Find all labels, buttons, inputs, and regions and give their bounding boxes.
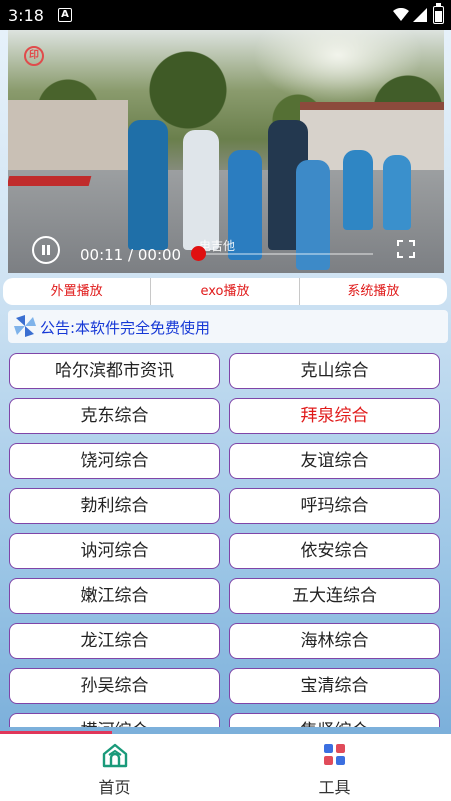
nav-home-label: 首页 xyxy=(98,778,131,797)
external-player-option[interactable]: 外置播放 xyxy=(3,278,152,305)
channel-button[interactable]: 孙吴综合 xyxy=(9,668,220,704)
fullscreen-icon[interactable] xyxy=(397,240,415,258)
channel-button[interactable]: 龙江综合 xyxy=(9,623,220,659)
channel-button[interactable]: 饶河综合 xyxy=(9,443,220,479)
player-options-bar: 外置播放 exo播放 系统播放 xyxy=(3,278,447,305)
channel-button[interactable]: 依安综合 xyxy=(229,533,440,569)
status-time: 3:18 xyxy=(8,6,44,25)
nav-item-home[interactable]: 首页 xyxy=(2,734,227,801)
progress-handle[interactable] xyxy=(191,246,206,261)
exo-player-option[interactable]: exo播放 xyxy=(151,278,300,305)
channel-button-active[interactable]: 拜泉综合 xyxy=(229,398,440,434)
channel-button[interactable]: 讷河综合 xyxy=(9,533,220,569)
signal-icon xyxy=(413,8,427,22)
pause-button[interactable] xyxy=(32,236,60,264)
bottom-nav: 首页 工具 xyxy=(0,734,451,801)
nav-tools-label: 工具 xyxy=(318,778,351,797)
video-timecode: 00:11 / 00:00 xyxy=(80,246,181,264)
duration: 00:00 xyxy=(137,246,182,264)
channel-button[interactable]: 嫩江综合 xyxy=(9,578,220,614)
nav-item-tools[interactable]: 工具 xyxy=(222,734,447,801)
channel-button[interactable]: 克山综合 xyxy=(229,353,440,389)
channel-button[interactable]: 集贤综合 xyxy=(229,713,440,727)
channel-button[interactable]: 友谊综合 xyxy=(229,443,440,479)
video-player[interactable]: 印 00:11 / 00:00 电吉他 xyxy=(8,30,444,273)
announcement-text: 公告:本软件完全免费使用 xyxy=(40,319,211,337)
channel-button[interactable]: 宝清综合 xyxy=(229,668,440,704)
channel-button[interactable]: 哈尔滨都市资讯 xyxy=(9,353,220,389)
home-icon xyxy=(102,743,128,768)
time-separator: / xyxy=(128,246,134,264)
channel-button[interactable]: 横河综合 xyxy=(9,713,220,727)
channel-button[interactable]: 海林综合 xyxy=(229,623,440,659)
video-frame-building xyxy=(8,100,128,170)
notification-icon: A xyxy=(58,8,72,22)
pinwheel-icon xyxy=(14,315,36,337)
channel-grid: 哈尔滨都市资讯 克山综合 克东综合 拜泉综合 饶河综合 友谊综合 勃利综合 呼玛… xyxy=(9,353,442,727)
channel-button[interactable]: 克东综合 xyxy=(9,398,220,434)
current-time: 00:11 xyxy=(80,246,124,264)
status-bar: 3:18 A xyxy=(0,0,451,30)
channel-button[interactable]: 勃利综合 xyxy=(9,488,220,524)
video-frame-table xyxy=(8,176,92,186)
tools-icon xyxy=(324,744,345,765)
channel-button[interactable]: 呼玛综合 xyxy=(229,488,440,524)
system-player-option[interactable]: 系统播放 xyxy=(300,278,447,305)
channel-logo-icon: 印 xyxy=(24,46,44,66)
wifi-icon xyxy=(393,8,409,21)
channel-button[interactable]: 五大连综合 xyxy=(229,578,440,614)
announcement-bar: 公告:本软件完全免费使用 xyxy=(8,310,448,343)
battery-icon xyxy=(433,3,444,24)
